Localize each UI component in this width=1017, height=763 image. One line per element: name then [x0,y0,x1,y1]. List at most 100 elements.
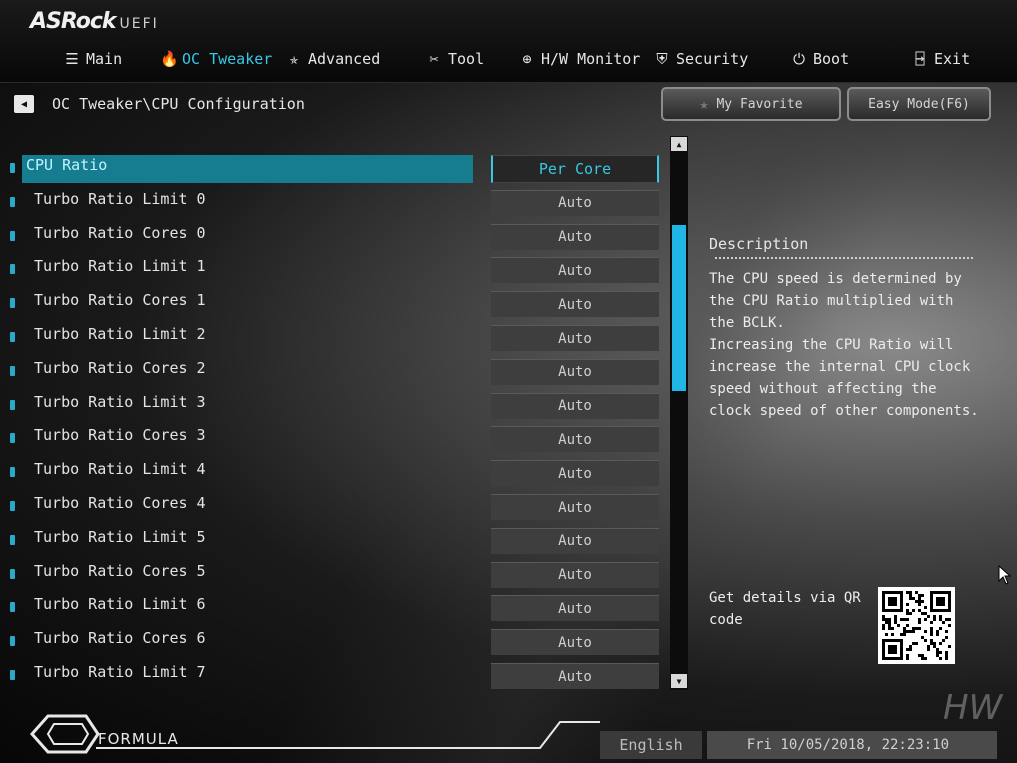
setting-row[interactable]: Turbo Ratio Limit 6 Auto [0,591,668,622]
setting-row[interactable]: Turbo Ratio Cores 2 Auto [0,355,668,385]
setting-label: Turbo Ratio Limit 3 [34,392,206,411]
tab-oc-tweaker[interactable]: 🔥 OC Tweaker [160,50,272,68]
datetime: Fri 10/05/2018, 22:23:10 [707,731,997,759]
setting-value[interactable]: Auto [491,223,659,250]
bullet-icon [10,670,15,680]
setting-row[interactable]: CPU Ratio Per Core [0,152,668,183]
setting-label: Turbo Ratio Limit 7 [34,663,206,681]
setting-row[interactable]: Turbo Ratio Cores 1 Auto [0,287,668,318]
bullet-icon [10,399,15,410]
description-divider [715,257,973,259]
setting-value[interactable]: Per Core [491,155,659,183]
power-icon: ⏻ [793,50,805,68]
setting-value[interactable]: Auto [491,358,659,385]
bullet-icon [10,433,15,444]
tab-tool[interactable]: ✂ Tool [426,50,484,68]
exit-icon: ⍈ [915,50,925,68]
list-icon: ☰ [65,50,79,68]
setting-label: Turbo Ratio Cores 4 [34,494,206,512]
bullet-icon [10,534,15,545]
setting-value[interactable]: Auto [491,629,659,656]
description-text: The CPU speed is determined by the CPU R… [709,271,979,419]
scroll-up-icon[interactable]: ▲ [671,137,687,151]
setting-row[interactable]: Turbo Ratio Cores 5 Auto [0,558,668,588]
setting-label: Turbo Ratio Cores 0 [34,223,206,242]
setting-value[interactable]: Auto [491,325,659,351]
brand-sub: UEFI [119,16,159,32]
asrock-logo: ASRock UEFI [30,9,159,34]
setting-row[interactable]: Turbo Ratio Limit 0 Auto [0,186,668,216]
main-nav: ☰ Main 🔥 OC Tweaker ✯ Advanced ✂ Tool ⊕ H/W Monit… [0,44,1017,78]
tab-label: Security [676,50,749,68]
setting-label: Turbo Ratio Cores 2 [34,358,206,377]
my-favorite-label: My Favorite [716,96,803,112]
tab-label: OC Tweaker [182,50,273,68]
tab-main[interactable]: ☰ Main [64,50,122,68]
back-button[interactable]: ◀ [14,95,34,113]
setting-label: Turbo Ratio Limit 6 [34,595,206,614]
mouse-cursor-icon [998,565,1012,585]
setting-value[interactable]: Auto [491,460,659,487]
easy-mode-label: Easy Mode(F6) [868,96,970,112]
setting-value[interactable]: Auto [491,663,659,689]
bullet-icon [10,298,15,309]
setting-value[interactable]: Auto [491,426,659,453]
setting-row[interactable]: Turbo Ratio Limit 2 Auto [0,321,668,351]
setting-label: Turbo Ratio Cores 1 [34,291,206,310]
bullet-icon [10,467,15,478]
monitor-icon: ⊕ [522,50,532,68]
setting-row[interactable]: Turbo Ratio Limit 5 Auto [0,524,668,554]
qr-caption: Get details via QR code [709,590,861,628]
scrollbar[interactable]: ▲ ▼ [670,136,688,690]
bullet-icon [10,196,15,207]
setting-value[interactable]: Auto [491,595,659,622]
setting-row[interactable]: Turbo Ratio Limit 3 Auto [0,389,668,419]
bullet-icon [10,568,15,579]
bullet-icon [10,602,15,613]
tab-h-w-monitor[interactable]: ⊕ H/W Monitor [519,50,640,68]
easy-mode-button[interactable]: Easy Mode(F6) [847,87,991,121]
breadcrumb: ◀ OC Tweaker\CPU Configuration [14,93,305,115]
setting-row[interactable]: Turbo Ratio Limit 4 Auto [0,456,668,487]
setting-row[interactable]: Turbo Ratio Limit 1 Auto [0,253,668,284]
setting-label: Turbo Ratio Limit 4 [34,460,206,479]
bullet-icon [10,365,15,376]
formula-label: FORMULA [98,730,179,748]
setting-label: Turbo Ratio Limit 1 [34,257,206,276]
setting-value[interactable]: Auto [491,561,659,588]
setting-value[interactable]: Auto [491,527,659,554]
setting-row[interactable]: Turbo Ratio Cores 0 Auto [0,220,668,250]
top-bar: ASRock UEFI ☰ Main 🔥 OC Tweaker ✯ Advanced ✂ Too… [0,0,1017,83]
formula-logo-icon [29,714,100,754]
setting-label: Turbo Ratio Limit 2 [34,325,206,343]
scroll-thumb[interactable] [672,225,686,391]
setting-value[interactable]: Auto [491,494,659,520]
setting-value[interactable]: Auto [491,189,659,216]
language-selector[interactable]: English [600,731,702,759]
tab-exit[interactable]: ⍈ Exit [912,50,970,68]
tab-label: Tool [448,50,485,68]
tools-icon: ✂ [429,50,439,68]
setting-row[interactable]: Turbo Ratio Limit 7 Auto [0,659,668,689]
setting-value[interactable]: Auto [491,257,659,284]
setting-value[interactable]: Auto [491,291,659,318]
watermark: HW [943,688,1003,728]
tab-security[interactable]: ⛨ Security [654,50,748,68]
setting-row[interactable]: Turbo Ratio Cores 3 Auto [0,422,668,453]
setting-value[interactable]: Auto [491,392,659,419]
tab-advanced[interactable]: ✯ Advanced [286,50,380,68]
breadcrumb-path: OC Tweaker\CPU Configuration [52,95,305,113]
tab-label: H/W Monitor [541,50,641,68]
tab-label: Advanced [308,50,381,68]
description-title: Description [709,235,809,253]
tab-boot[interactable]: ⏻ Boot [791,50,849,68]
setting-row[interactable]: Turbo Ratio Cores 6 Auto [0,625,668,656]
flame-icon: 🔥 [160,50,179,68]
my-favorite-button[interactable]: ★ My Favorite [661,87,841,121]
setting-label: CPU Ratio [26,156,108,174]
setting-row[interactable]: Turbo Ratio Cores 4 Auto [0,490,668,520]
setting-label: Turbo Ratio Cores 5 [34,561,206,580]
setting-label: Turbo Ratio Cores 3 [34,426,206,445]
bullet-icon [10,264,15,275]
scroll-down-icon[interactable]: ▼ [671,674,687,688]
